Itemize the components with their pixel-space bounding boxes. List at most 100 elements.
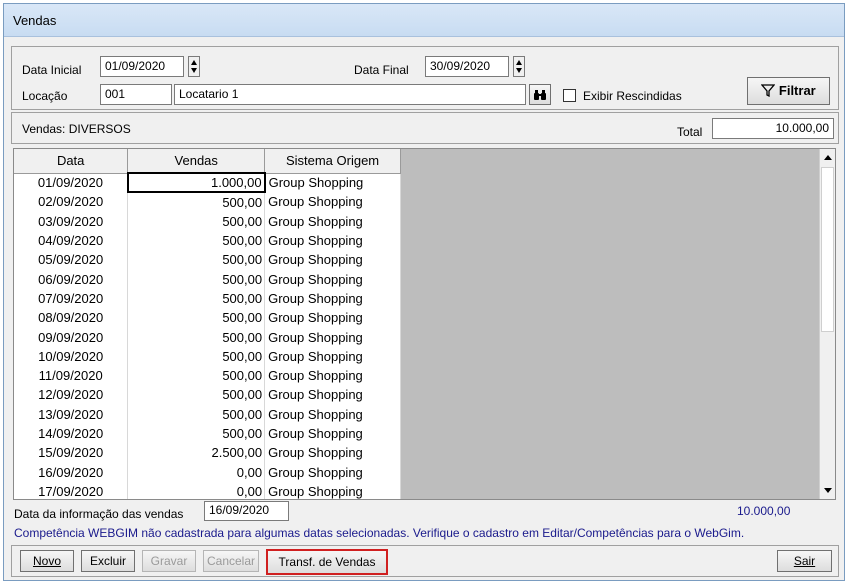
- info-date-field[interactable]: 16/09/2020: [204, 501, 289, 521]
- cell-data[interactable]: 01/09/2020: [14, 173, 129, 193]
- exibir-rescindidas-checkbox[interactable]: [563, 89, 576, 102]
- locacao-label: Locação: [22, 89, 68, 103]
- cell-sistema-origem[interactable]: Group Shopping: [264, 288, 401, 309]
- cell-vendas[interactable]: 0,00: [127, 462, 266, 482]
- scrollbar-thumb[interactable]: [821, 167, 834, 332]
- cell-data[interactable]: 11/09/2020: [14, 365, 129, 386]
- table-row[interactable]: 15/09/2020 2.500,00 Group Shopping: [14, 443, 401, 463]
- table-row[interactable]: 03/09/2020 500,00 Group Shopping: [14, 211, 401, 231]
- data-final-field[interactable]: 30/09/2020: [425, 56, 509, 77]
- cell-vendas[interactable]: 500,00: [127, 192, 266, 212]
- footer-sum: 10.000,00: [737, 504, 791, 518]
- search-button[interactable]: [529, 84, 551, 105]
- cell-data[interactable]: 05/09/2020: [14, 250, 129, 270]
- cell-data[interactable]: 16/09/2020: [14, 462, 129, 482]
- cancelar-button[interactable]: Cancelar: [203, 550, 259, 572]
- cell-data[interactable]: 08/09/2020: [14, 308, 129, 328]
- cell-vendas[interactable]: 500,00: [127, 423, 266, 444]
- table-row[interactable]: 04/09/2020 500,00 Group Shopping: [14, 230, 401, 251]
- cell-vendas[interactable]: 500,00: [127, 288, 266, 309]
- cell-vendas[interactable]: 500,00: [127, 385, 266, 405]
- cell-vendas[interactable]: 1.000,00: [126, 171, 266, 194]
- cell-vendas[interactable]: 500,00: [127, 365, 266, 386]
- cell-sistema-origem[interactable]: Group Shopping: [264, 211, 401, 231]
- locacao-code-field[interactable]: 001: [100, 84, 172, 105]
- excluir-button[interactable]: Excluir: [81, 550, 135, 572]
- cell-vendas[interactable]: 2.500,00: [127, 443, 266, 463]
- cell-data[interactable]: 03/09/2020: [14, 211, 129, 231]
- cell-data[interactable]: 13/09/2020: [14, 404, 129, 424]
- cell-vendas[interactable]: 500,00: [127, 404, 266, 424]
- cell-sistema-origem[interactable]: Group Shopping: [264, 365, 401, 386]
- table-row[interactable]: 08/09/2020 500,00 Group Shopping: [14, 308, 401, 328]
- filtrar-button[interactable]: Filtrar: [747, 77, 830, 105]
- sair-button[interactable]: Sair: [777, 550, 832, 572]
- table-row[interactable]: 14/09/2020 500,00 Group Shopping: [14, 423, 401, 444]
- table-row[interactable]: 09/09/2020 500,00 Group Shopping: [14, 327, 401, 347]
- table-row[interactable]: 11/09/2020 500,00 Group Shopping: [14, 365, 401, 386]
- cell-sistema-origem[interactable]: Group Shopping: [264, 462, 401, 482]
- sales-grid[interactable]: Data Vendas Sistema Origem 01/09/2020 1.0…: [13, 148, 836, 500]
- cell-vendas[interactable]: 500,00: [127, 211, 266, 231]
- cell-vendas[interactable]: 500,00: [127, 346, 266, 366]
- table-row[interactable]: 12/09/2020 500,00 Group Shopping: [14, 385, 401, 405]
- cell-sistema-origem[interactable]: Group Shopping: [264, 443, 401, 463]
- transf-vendas-button[interactable]: Transf. de Vendas: [266, 549, 388, 575]
- table-header-row: Data Vendas Sistema Origem: [14, 149, 401, 174]
- scroll-down-icon[interactable]: [824, 488, 832, 493]
- cell-sistema-origem[interactable]: Group Shopping: [264, 404, 401, 424]
- cell-sistema-origem[interactable]: Group Shopping: [264, 192, 401, 212]
- cell-data[interactable]: 14/09/2020: [14, 423, 129, 444]
- table-row[interactable]: 06/09/2020 500,00 Group Shopping: [14, 269, 401, 289]
- column-header-sistema-origem[interactable]: Sistema Origem: [264, 149, 401, 174]
- table-row[interactable]: 10/09/2020 500,00 Group Shopping: [14, 346, 401, 366]
- locacao-name-field[interactable]: Locatario 1: [174, 84, 526, 105]
- table-row[interactable]: 16/09/2020 0,00 Group Shopping: [14, 462, 401, 482]
- cell-vendas[interactable]: 500,00: [127, 269, 266, 289]
- table-row[interactable]: 02/09/2020 500,00 Group Shopping: [14, 192, 401, 212]
- cell-sistema-origem[interactable]: Group Shopping: [264, 173, 401, 193]
- cell-data[interactable]: 07/09/2020: [14, 288, 129, 309]
- cell-sistema-origem[interactable]: Group Shopping: [264, 481, 401, 499]
- total-field: 10.000,00: [712, 118, 834, 139]
- data-inicial-spinner[interactable]: [188, 56, 200, 77]
- cell-sistema-origem[interactable]: Group Shopping: [264, 230, 401, 251]
- cell-data[interactable]: 10/09/2020: [14, 346, 129, 366]
- gravar-button[interactable]: Gravar: [142, 550, 196, 572]
- cell-data[interactable]: 02/09/2020: [14, 192, 129, 212]
- cell-vendas[interactable]: 0,00: [127, 481, 266, 499]
- data-inicial-field[interactable]: 01/09/2020: [100, 56, 184, 77]
- warning-message: Competência WEBGIM não cadastrada para a…: [14, 526, 745, 540]
- novo-button[interactable]: Novo: [20, 550, 74, 572]
- table-row[interactable]: 17/09/2020 0,00 Group Shopping: [14, 481, 401, 499]
- cell-sistema-origem[interactable]: Group Shopping: [264, 423, 401, 444]
- cell-sistema-origem[interactable]: Group Shopping: [264, 269, 401, 289]
- cell-sistema-origem[interactable]: Group Shopping: [264, 327, 401, 347]
- cell-data[interactable]: 17/09/2020: [14, 481, 129, 499]
- cell-vendas[interactable]: 500,00: [127, 250, 266, 270]
- cell-data[interactable]: 15/09/2020: [14, 443, 129, 463]
- cell-sistema-origem[interactable]: Group Shopping: [264, 308, 401, 328]
- cell-data[interactable]: 09/09/2020: [14, 327, 129, 347]
- table-row[interactable]: 13/09/2020 500,00 Group Shopping: [14, 404, 401, 424]
- exibir-rescindidas-label: Exibir Rescindidas: [583, 89, 682, 103]
- cell-sistema-origem[interactable]: Group Shopping: [264, 346, 401, 366]
- cell-vendas[interactable]: 500,00: [127, 308, 266, 328]
- cell-data[interactable]: 04/09/2020: [14, 230, 129, 251]
- cell-vendas[interactable]: 500,00: [127, 230, 266, 251]
- cell-sistema-origem[interactable]: Group Shopping: [264, 250, 401, 270]
- info-date-label: Data da informação das vendas: [14, 507, 184, 521]
- cell-data[interactable]: 12/09/2020: [14, 385, 129, 405]
- data-final-spinner[interactable]: [513, 56, 525, 77]
- column-header-data[interactable]: Data: [14, 149, 129, 174]
- cell-vendas[interactable]: 500,00: [127, 327, 266, 347]
- scroll-up-icon[interactable]: [824, 155, 832, 160]
- table-row[interactable]: 01/09/2020 1.000,00 Group Shopping: [14, 171, 401, 194]
- data-final-label: Data Final: [354, 63, 409, 77]
- cell-data[interactable]: 06/09/2020: [14, 269, 129, 289]
- vertical-scrollbar[interactable]: [819, 149, 835, 499]
- table-row[interactable]: 05/09/2020 500,00 Group Shopping: [14, 250, 401, 270]
- column-header-vendas[interactable]: Vendas: [127, 149, 266, 174]
- cell-sistema-origem[interactable]: Group Shopping: [264, 385, 401, 405]
- table-row[interactable]: 07/09/2020 500,00 Group Shopping: [14, 288, 401, 309]
